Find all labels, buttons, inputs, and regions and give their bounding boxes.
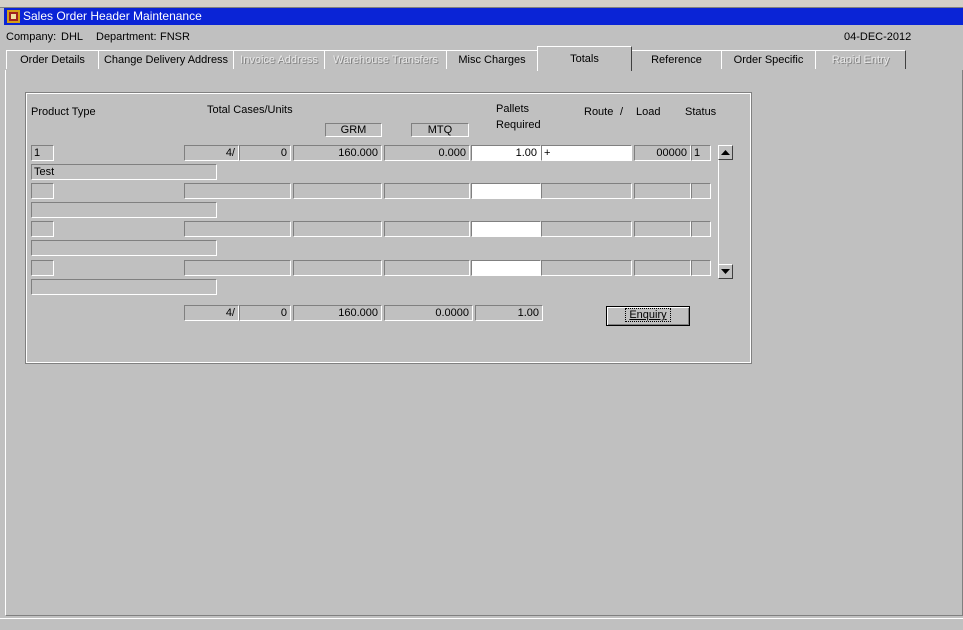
tab-invoice-address: Invoice Address (233, 50, 325, 69)
header-mtq: MTQ (411, 123, 469, 137)
bottom-status-bar (0, 618, 963, 630)
row2-product-type[interactable] (31, 183, 54, 199)
row2-load[interactable] (634, 183, 691, 199)
row1-route[interactable]: + (541, 145, 632, 161)
header-required: Required (496, 119, 541, 131)
tab-order-details[interactable]: Order Details (6, 50, 99, 69)
row2-route[interactable] (541, 183, 632, 199)
tab-reference[interactable]: Reference (631, 50, 722, 69)
row1-grm[interactable]: 160.000 (293, 145, 382, 161)
header-product-type: Product Type (31, 106, 96, 118)
company-value: DHL (61, 31, 84, 43)
row1-units[interactable]: 0 (239, 145, 291, 161)
total-grm: 160.000 (293, 305, 382, 321)
scroll-up-button[interactable] (718, 145, 733, 160)
row2-pallets-required[interactable] (471, 183, 541, 199)
row3-product-type[interactable] (31, 221, 54, 237)
department-label: Department: (96, 31, 157, 43)
total-units: 0 (239, 305, 291, 321)
row4-pallets-required[interactable] (471, 260, 541, 276)
company-label: Company: (6, 31, 57, 43)
window-title: Sales Order Header Maintenance (23, 9, 202, 23)
header-route: Route (584, 106, 614, 118)
row1-status[interactable]: 1 (691, 145, 711, 161)
header-pallets: Pallets (496, 103, 530, 115)
scroll-track[interactable] (718, 160, 733, 264)
row1-mtq[interactable]: 0.000 (384, 145, 470, 161)
arrow-up-icon (721, 150, 730, 155)
tab-rapid-entry: Rapid Entry (815, 50, 906, 69)
row4-cases-units[interactable] (184, 260, 291, 276)
row2-grm[interactable] (293, 183, 382, 199)
row2-mtq[interactable] (384, 183, 470, 199)
tab-order-specific[interactable]: Order Specific (721, 50, 816, 69)
row4-description[interactable] (31, 279, 217, 295)
enquiry-button-label: Enquiry (625, 308, 671, 322)
row3-cases-units[interactable] (184, 221, 291, 237)
total-pallets: 1.00 (475, 305, 543, 321)
row4-grm[interactable] (293, 260, 382, 276)
row4-load[interactable] (634, 260, 691, 276)
row3-pallets-required[interactable] (471, 221, 541, 237)
tab-warehouse-transfers: Warehouse Transfers (324, 50, 447, 69)
row1-description[interactable]: Test (31, 164, 217, 180)
row3-description[interactable] (31, 240, 217, 256)
total-cases: 4/ (184, 305, 239, 321)
tab-strip: Order Details Change Delivery Address In… (4, 46, 963, 71)
row4-mtq[interactable] (384, 260, 470, 276)
window-top-strip (0, 0, 963, 8)
enquiry-button[interactable]: Enquiry (606, 306, 690, 326)
row2-description[interactable] (31, 202, 217, 218)
row1-product-type[interactable]: 1 (31, 145, 54, 161)
app-icon (7, 10, 20, 23)
tab-totals[interactable]: Totals (537, 46, 632, 71)
row3-load[interactable] (634, 221, 691, 237)
row2-status[interactable] (691, 183, 711, 199)
info-bar: Company: DHL Department: FNSR 04-DEC-201… (4, 28, 963, 44)
rows-scrollbar[interactable] (718, 145, 733, 279)
row2-cases-units[interactable] (184, 183, 291, 199)
row3-route[interactable] (541, 221, 632, 237)
row4-product-type[interactable] (31, 260, 54, 276)
row1-load[interactable]: 00000 (634, 145, 691, 161)
tab-misc-charges[interactable]: Misc Charges (446, 50, 538, 69)
department-value: FNSR (160, 31, 190, 43)
row3-grm[interactable] (293, 221, 382, 237)
row1-pallets-required[interactable]: 1.00 (471, 145, 541, 161)
header-status: Status (685, 106, 717, 118)
header-grm: GRM (325, 123, 382, 137)
title-bar: Sales Order Header Maintenance (4, 8, 963, 25)
row4-route[interactable] (541, 260, 632, 276)
total-mtq: 0.0000 (384, 305, 473, 321)
header-load: Load (636, 106, 661, 118)
row4-status[interactable] (691, 260, 711, 276)
row3-mtq[interactable] (384, 221, 470, 237)
header-total-cases-units: Total Cases/Units (207, 104, 293, 116)
row3-status[interactable] (691, 221, 711, 237)
arrow-down-icon (721, 269, 730, 274)
row1-cases[interactable]: 4/ (184, 145, 239, 161)
scroll-down-button[interactable] (718, 264, 733, 279)
current-date: 04-DEC-2012 (844, 31, 912, 43)
tab-change-delivery-address[interactable]: Change Delivery Address (98, 50, 234, 69)
header-separator: / (620, 106, 624, 118)
